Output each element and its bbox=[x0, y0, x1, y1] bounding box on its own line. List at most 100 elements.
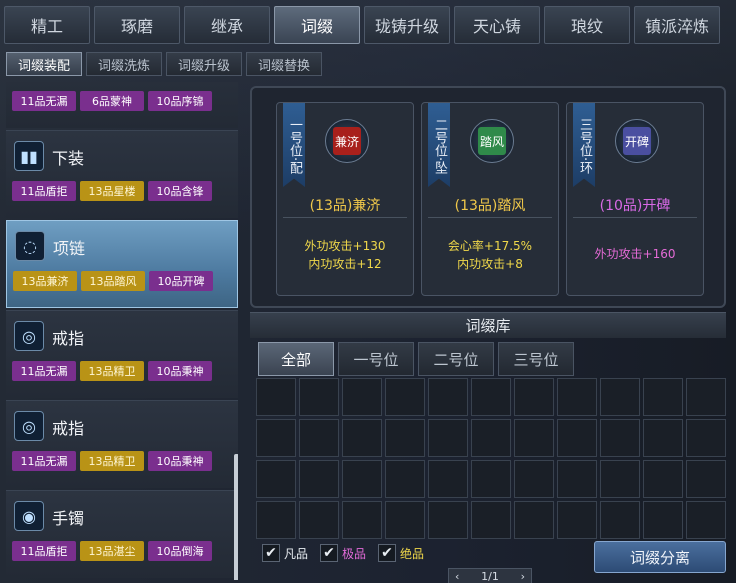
library-cell[interactable] bbox=[471, 501, 511, 539]
library-cell[interactable] bbox=[299, 378, 339, 416]
library-cell[interactable] bbox=[299, 460, 339, 498]
library-cell[interactable] bbox=[557, 501, 597, 539]
affix-library-title: 词缀库 bbox=[250, 312, 726, 338]
library-cell[interactable] bbox=[557, 460, 597, 498]
library-cell[interactable] bbox=[514, 460, 554, 498]
affix-badge: 11品盾拒 bbox=[12, 541, 76, 561]
library-cell[interactable] bbox=[643, 460, 683, 498]
tab-longzhu-upgrade[interactable]: 珑铸升级 bbox=[364, 6, 450, 44]
check-supreme[interactable]: ✔ 绝品 bbox=[378, 544, 424, 562]
tab-tianxinzhu[interactable]: 天心铸 bbox=[454, 6, 540, 44]
affix-badge: 10品倒海 bbox=[148, 541, 212, 561]
library-cell[interactable] bbox=[256, 501, 296, 539]
affix-badge: 13品兼济 bbox=[13, 271, 77, 291]
subtab-assemble[interactable]: 词缀装配 bbox=[6, 52, 82, 76]
equipment-item[interactable]: 11品无漏 6品蒙神 10品序锦 bbox=[6, 82, 238, 128]
library-cell[interactable] bbox=[428, 501, 468, 539]
affix-badge: 13品精卫 bbox=[80, 361, 144, 381]
library-cell[interactable] bbox=[471, 419, 511, 457]
subtab-replace[interactable]: 词缀替换 bbox=[246, 52, 322, 76]
separate-affix-button[interactable]: 词缀分离 bbox=[594, 541, 726, 573]
library-cell[interactable] bbox=[686, 460, 726, 498]
checkmark-icon[interactable]: ✔ bbox=[378, 544, 397, 562]
filter-slot-2[interactable]: 二号位 bbox=[418, 342, 494, 376]
library-cell[interactable] bbox=[256, 378, 296, 416]
affix-slot-1[interactable]: 一号位·配 兼济 (13品)兼济 外功攻击+130 内功攻击+12 bbox=[276, 102, 414, 296]
affix-badge: 13品精卫 bbox=[80, 451, 144, 471]
affix-badge: 10品含锋 bbox=[148, 181, 212, 201]
library-cell[interactable] bbox=[600, 501, 640, 539]
library-cell[interactable] bbox=[256, 419, 296, 457]
library-cell[interactable] bbox=[342, 460, 382, 498]
library-cell[interactable] bbox=[385, 460, 425, 498]
equipment-item-ring[interactable]: ◎ 戒指 11品无漏 13品精卫 10品秉神 bbox=[6, 310, 238, 398]
library-cell[interactable] bbox=[342, 419, 382, 457]
next-page-icon[interactable]: › bbox=[521, 570, 525, 583]
affix-badge: 11品无漏 bbox=[12, 91, 76, 111]
affix-slot-3[interactable]: 三号位·环 开碑 (10品)开碑 外功攻击+160 bbox=[566, 102, 704, 296]
tab-zhenpai-cuilian[interactable]: 镇派淬炼 bbox=[634, 6, 720, 44]
tab-jicheng[interactable]: 继承 bbox=[184, 6, 270, 44]
tab-zhuomo[interactable]: 琢磨 bbox=[94, 6, 180, 44]
prev-page-icon[interactable]: ‹ bbox=[455, 570, 459, 583]
equipment-list: 11品无漏 6品蒙神 10品序锦 ▮▮ 下装 11品盾拒 13品星楼 10品含锋… bbox=[6, 82, 238, 580]
library-cell[interactable] bbox=[471, 378, 511, 416]
filter-all[interactable]: 全部 bbox=[258, 342, 334, 376]
library-cell[interactable] bbox=[643, 501, 683, 539]
affix-slot-2[interactable]: 二号位·坠 踏风 (13品)踏风 会心率+17.5% 内功攻击+8 bbox=[421, 102, 559, 296]
library-cell[interactable] bbox=[686, 419, 726, 457]
library-cell[interactable] bbox=[385, 378, 425, 416]
affix-icon-label: 兼济 bbox=[333, 127, 361, 155]
tab-jinggong[interactable]: 精工 bbox=[4, 6, 90, 44]
library-cell[interactable] bbox=[514, 419, 554, 457]
equipment-item-bracelet[interactable]: ◉ 手镯 11品盾拒 13品湛尘 10品倒海 bbox=[6, 490, 238, 578]
equipment-item-ring[interactable]: ◎ 戒指 11品无漏 13品精卫 10品秉神 bbox=[6, 400, 238, 488]
library-cell[interactable] bbox=[600, 419, 640, 457]
library-cell[interactable] bbox=[428, 460, 468, 498]
affix-stat: 内功攻击+12 bbox=[308, 257, 382, 271]
library-cell[interactable] bbox=[256, 460, 296, 498]
affix-stat: 内功攻击+8 bbox=[457, 257, 523, 271]
pager: ‹ 1/1 › bbox=[448, 568, 532, 583]
library-cell[interactable] bbox=[686, 378, 726, 416]
filter-slot-3[interactable]: 三号位 bbox=[498, 342, 574, 376]
library-cell[interactable] bbox=[385, 419, 425, 457]
equipment-name: 手镯 bbox=[52, 509, 85, 528]
checkmark-icon[interactable]: ✔ bbox=[320, 544, 339, 562]
library-cell[interactable] bbox=[514, 501, 554, 539]
library-cell[interactable] bbox=[514, 378, 554, 416]
library-cell[interactable] bbox=[643, 378, 683, 416]
subtab-upgrade[interactable]: 词缀升级 bbox=[166, 52, 242, 76]
library-cell[interactable] bbox=[299, 419, 339, 457]
library-cell[interactable] bbox=[686, 501, 726, 539]
library-cell[interactable] bbox=[557, 419, 597, 457]
tab-cizhui[interactable]: 词缀 bbox=[274, 6, 360, 44]
page-indicator: 1/1 bbox=[481, 569, 499, 583]
library-cell[interactable] bbox=[385, 501, 425, 539]
check-common[interactable]: ✔ 凡品 bbox=[262, 544, 308, 562]
top-tab-bar: 精工 琢磨 继承 词缀 珑铸升级 天心铸 琅纹 镇派淬炼 bbox=[4, 6, 720, 44]
library-cell[interactable] bbox=[600, 378, 640, 416]
library-cell[interactable] bbox=[643, 419, 683, 457]
checkmark-icon[interactable]: ✔ bbox=[262, 544, 280, 562]
tab-langwen[interactable]: 琅纹 bbox=[544, 6, 630, 44]
library-cell[interactable] bbox=[428, 419, 468, 457]
equipment-item-pants[interactable]: ▮▮ 下装 11品盾拒 13品星楼 10品含锋 bbox=[6, 130, 238, 218]
library-cell[interactable] bbox=[600, 460, 640, 498]
library-cell[interactable] bbox=[428, 378, 468, 416]
affix-icon-label: 开碑 bbox=[623, 127, 651, 155]
affix-badge: 13品踏风 bbox=[81, 271, 145, 291]
equipment-item-necklace[interactable]: ◌ 项链 13品兼济 13品踏风 10品开碑 bbox=[6, 220, 238, 308]
library-cell[interactable] bbox=[342, 378, 382, 416]
subtab-reroll[interactable]: 词缀洗炼 bbox=[86, 52, 162, 76]
library-cell[interactable] bbox=[471, 460, 511, 498]
check-excellent[interactable]: ✔ 极品 bbox=[320, 544, 366, 562]
divider bbox=[283, 217, 407, 218]
list-scrollbar[interactable] bbox=[234, 454, 238, 580]
filter-slot-1[interactable]: 一号位 bbox=[338, 342, 414, 376]
library-cell[interactable] bbox=[557, 378, 597, 416]
equipment-name: 戒指 bbox=[52, 329, 85, 348]
necklace-icon: ◌ bbox=[15, 231, 45, 261]
library-cell[interactable] bbox=[342, 501, 382, 539]
library-cell[interactable] bbox=[299, 501, 339, 539]
